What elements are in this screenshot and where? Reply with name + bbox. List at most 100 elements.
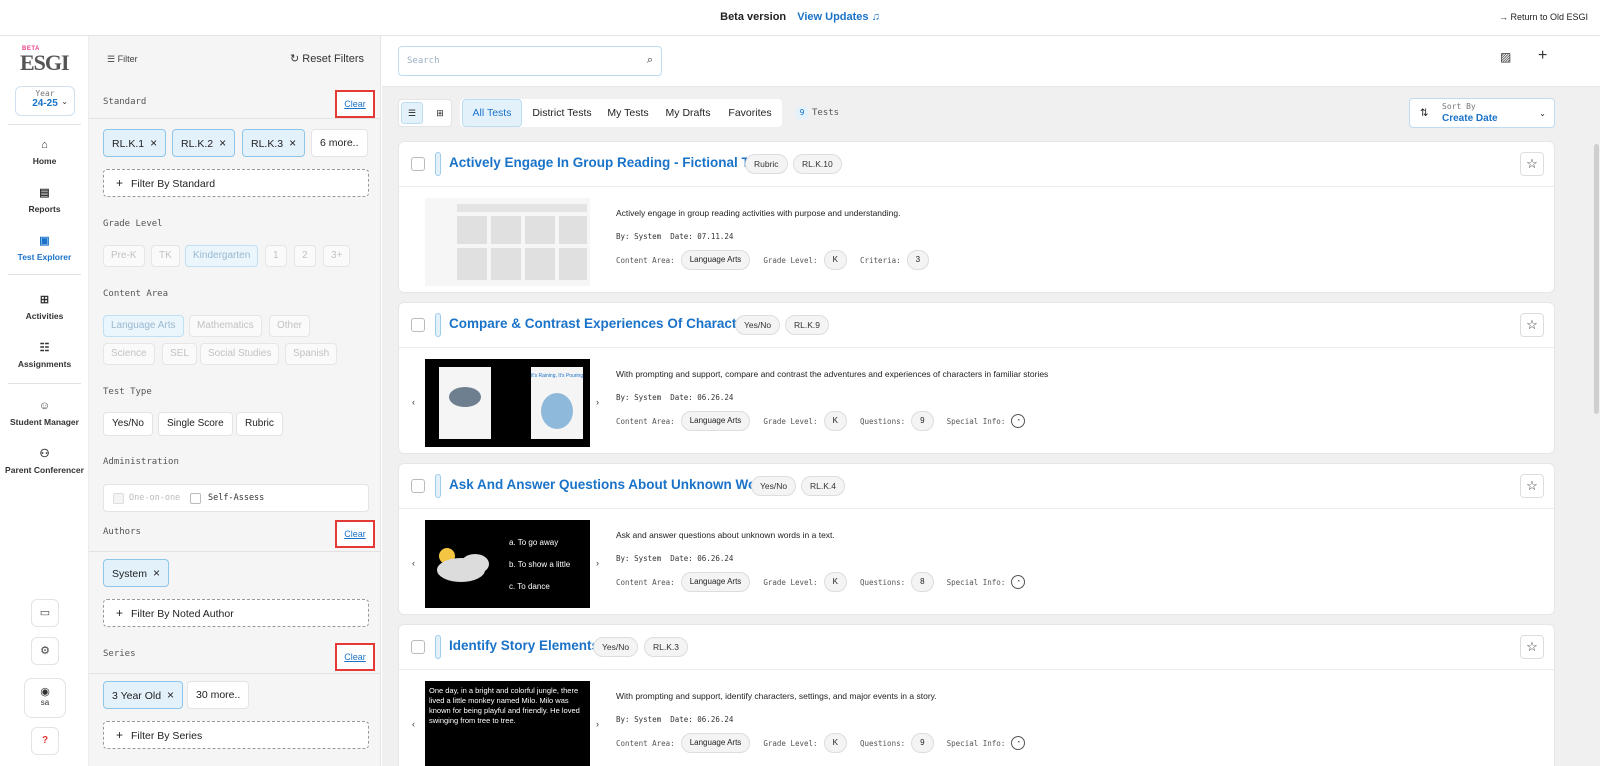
return-old-esgi-link[interactable]: → Return to Old ESGI xyxy=(1499,12,1588,22)
close-icon[interactable]: × xyxy=(167,688,174,702)
content-option[interactable]: Language Arts xyxy=(103,315,184,337)
test-title[interactable]: Identify Story Elements xyxy=(449,638,599,653)
search-icon[interactable]: ⌕ xyxy=(647,54,653,67)
card-checkbox[interactable] xyxy=(411,640,425,654)
grade-option-3plus[interactable]: 3+ xyxy=(323,245,351,267)
nav-student-manager[interactable]: ☺ Student Manager xyxy=(0,399,89,427)
series-chip[interactable]: 3 Year Old × xyxy=(103,681,184,709)
grade-option-tk[interactable]: TK xyxy=(151,245,180,267)
image-icon[interactable]: ▨ xyxy=(1500,50,1511,64)
grade-option-prek[interactable]: Pre-K xyxy=(103,245,145,267)
test-card[interactable]: Actively Engage In Group Reading - Ficti… xyxy=(398,141,1555,293)
standard-more-button[interactable]: 6 more.. xyxy=(311,129,368,157)
year-selector[interactable]: Year 24-25 ⌄ xyxy=(15,86,75,116)
content-option[interactable]: Social Studies xyxy=(200,343,280,365)
one-on-one-checkbox[interactable] xyxy=(113,493,124,504)
series-more-button[interactable]: 30 more.. xyxy=(187,681,250,709)
grade-option-kindergarten[interactable]: Kindergarten xyxy=(185,245,259,267)
user-profile-button[interactable]: ◉ sa xyxy=(24,678,66,718)
grid-view-icon[interactable]: ⊞ xyxy=(429,102,451,124)
prev-slide-icon[interactable]: ‹ xyxy=(412,719,415,729)
tab-all-tests[interactable]: All Tests xyxy=(462,99,522,127)
prev-slide-icon[interactable]: ‹ xyxy=(412,397,415,407)
test-thumbnail[interactable]: It's Raining, It's Pouring xyxy=(425,359,590,447)
special-info-icon[interactable]: ◔ xyxy=(1011,575,1026,589)
next-slide-icon[interactable]: › xyxy=(596,719,599,729)
nav-activities[interactable]: ⊞ Activities xyxy=(0,293,89,321)
self-assess-checkbox[interactable] xyxy=(190,493,201,504)
tab-district-tests[interactable]: District Tests xyxy=(526,99,598,127)
test-card[interactable]: Identify Story Elements Yes/No RL.K.3 ☆ … xyxy=(398,624,1555,766)
test-type-option[interactable]: Rubric xyxy=(236,412,283,436)
content-option[interactable]: Mathematics xyxy=(189,315,262,337)
reset-filters-button[interactable]: ↻ Reset Filters xyxy=(290,52,364,65)
test-title[interactable]: Actively Engage In Group Reading - Ficti… xyxy=(449,155,768,170)
test-description: Ask and answer questions about unknown w… xyxy=(616,530,835,540)
test-thumbnail[interactable]: One day, in a bright and colorful jungle… xyxy=(425,681,590,766)
test-type-option[interactable]: Single Score xyxy=(158,412,233,436)
filter-by-series-button[interactable]: + Filter By Series xyxy=(103,721,369,749)
test-card[interactable]: Compare & Contrast Experiences Of Charac… xyxy=(398,302,1555,454)
grade-option-1[interactable]: 1 xyxy=(265,245,287,267)
nav-home[interactable]: ⌂ Home xyxy=(0,138,89,166)
favorite-star-icon[interactable]: ☆ xyxy=(1520,635,1544,659)
special-info-icon[interactable]: ◔ xyxy=(1011,736,1026,750)
authors-title: Authors xyxy=(103,527,141,537)
settings-button[interactable]: ⚙ xyxy=(31,637,59,665)
test-title[interactable]: Ask And Answer Questions About Unknown W… xyxy=(449,477,777,492)
tab-my-drafts[interactable]: My Drafts xyxy=(658,99,718,127)
content-option[interactable]: Science xyxy=(103,343,155,365)
nav-parent-conferencer[interactable]: ⚇ Parent Conferencer xyxy=(0,447,89,475)
next-slide-icon[interactable]: › xyxy=(596,397,599,407)
standard-clear-button[interactable]: Clear xyxy=(335,90,375,118)
nav-assignments[interactable]: ☷ Assignments xyxy=(0,341,89,369)
add-icon[interactable]: + xyxy=(1538,47,1547,65)
test-meta: Content Area: Language Arts Grade Level: K… xyxy=(616,733,1026,753)
series-clear-button[interactable]: Clear xyxy=(335,643,375,671)
filter-by-author-button[interactable]: + Filter By Noted Author xyxy=(103,599,369,627)
test-title[interactable]: Compare & Contrast Experiences Of Charac… xyxy=(449,316,757,331)
test-type-option[interactable]: Yes/No xyxy=(103,412,153,436)
monitor-button[interactable]: ▭ xyxy=(31,599,59,627)
close-icon[interactable]: × xyxy=(219,136,226,150)
author-chip[interactable]: System × xyxy=(103,559,170,587)
card-checkbox[interactable] xyxy=(411,157,425,171)
favorite-star-icon[interactable]: ☆ xyxy=(1520,152,1544,176)
standard-chip[interactable]: RL.K.1 × xyxy=(103,129,167,157)
standard-chip[interactable]: RL.K.2 × xyxy=(172,129,236,157)
list-view-icon[interactable]: ☰ xyxy=(401,102,423,124)
prev-slide-icon[interactable]: ‹ xyxy=(412,558,415,568)
nav-reports[interactable]: ▤ Reports xyxy=(0,186,89,214)
activities-icon: ⊞ xyxy=(39,294,50,306)
card-checkbox[interactable] xyxy=(411,479,425,493)
test-card[interactable]: Ask And Answer Questions About Unknown W… xyxy=(398,463,1555,615)
card-checkbox[interactable] xyxy=(411,318,425,332)
search-input[interactable]: Search ⌕ xyxy=(398,46,662,76)
close-icon[interactable]: × xyxy=(289,136,296,150)
favorite-star-icon[interactable]: ☆ xyxy=(1520,474,1544,498)
grade-option-2[interactable]: 2 xyxy=(294,245,316,267)
test-thumbnail[interactable] xyxy=(425,198,590,286)
scrollbar-thumb[interactable] xyxy=(1594,144,1599,414)
standard-chip[interactable]: RL.K.3 × xyxy=(242,129,306,157)
content-option[interactable]: Spanish xyxy=(285,343,338,365)
next-slide-icon[interactable]: › xyxy=(596,558,599,568)
help-button[interactable]: ? xyxy=(31,727,59,755)
sort-dropdown[interactable]: ⇅ Sort By Create Date ⌄ xyxy=(1409,98,1555,128)
close-icon[interactable]: × xyxy=(153,566,160,580)
content-option[interactable]: SEL xyxy=(162,343,197,365)
special-info-icon[interactable]: ◔ xyxy=(1011,414,1026,428)
test-thumbnail[interactable]: a. To go away b. To show a little c. To … xyxy=(425,520,590,608)
tab-favorites[interactable]: Favorites xyxy=(722,99,778,127)
nav-test-explorer[interactable]: ▣ Test Explorer xyxy=(0,234,89,262)
close-icon[interactable]: × xyxy=(150,136,157,150)
tab-my-tests[interactable]: My Tests xyxy=(602,99,654,127)
administration-options: One-on-one Self-Assess xyxy=(103,484,369,512)
esgi-logo[interactable]: BETA ESGI xyxy=(20,46,72,76)
filter-by-standard-button[interactable]: + Filter By Standard xyxy=(103,169,369,197)
authors-clear-button[interactable]: Clear xyxy=(335,520,375,548)
filter-toggle[interactable]: ☰ Filter xyxy=(107,54,138,65)
favorite-star-icon[interactable]: ☆ xyxy=(1520,313,1544,337)
view-updates-link[interactable]: View Updates ♫ xyxy=(797,11,880,23)
content-option[interactable]: Other xyxy=(269,315,311,337)
